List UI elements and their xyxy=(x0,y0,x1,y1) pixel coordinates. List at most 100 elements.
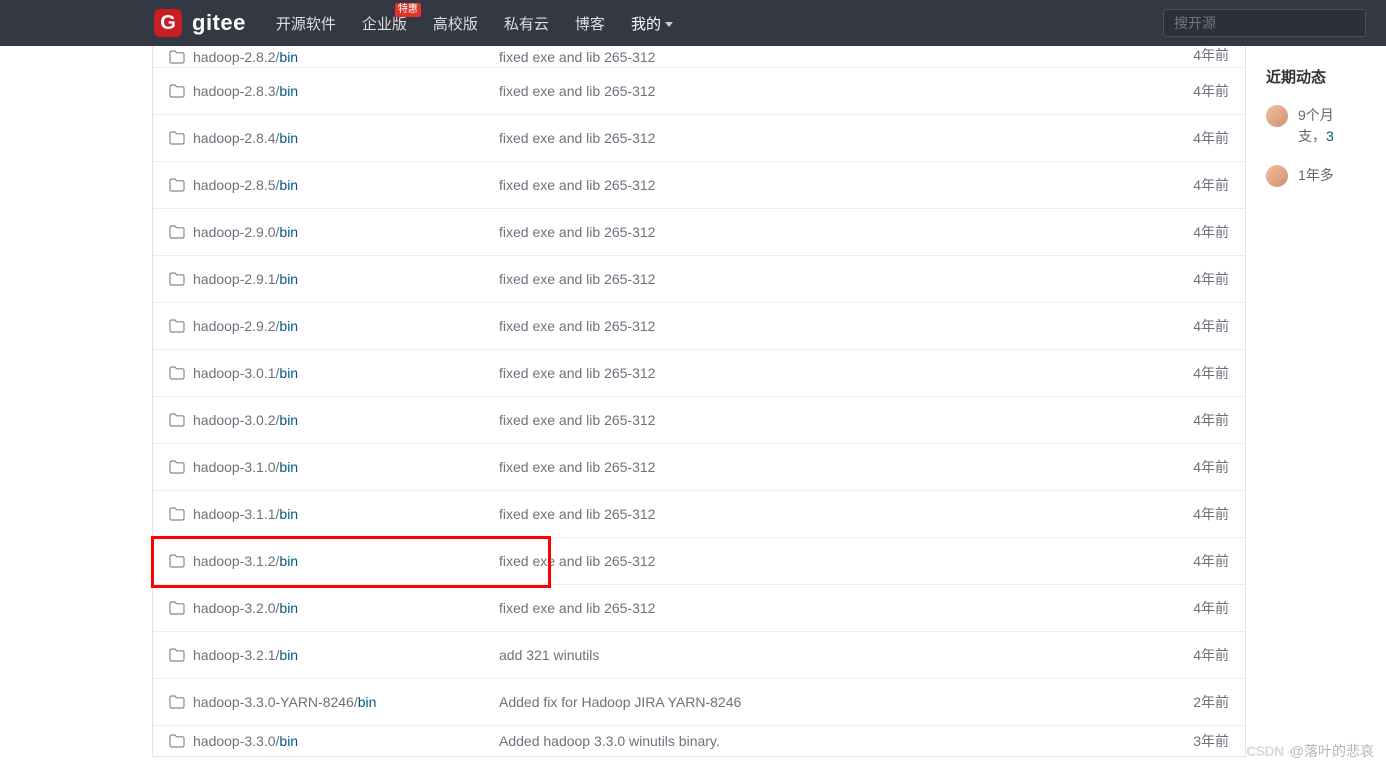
file-name[interactable]: hadoop-2.8.3/bin xyxy=(193,83,298,99)
folder-icon xyxy=(169,131,185,145)
commit-time: 3年前 xyxy=(1169,731,1229,751)
nav-item[interactable]: 高校版 xyxy=(433,13,478,34)
folder-icon xyxy=(169,178,185,192)
nav-item[interactable]: 我的 xyxy=(631,13,673,34)
file-name-cell[interactable]: hadoop-2.9.0/bin xyxy=(169,224,499,240)
commit-message[interactable]: fixed exe and lib 265-312 xyxy=(499,271,1169,287)
file-name-cell[interactable]: hadoop-3.1.2/bin xyxy=(169,553,499,569)
folder-icon xyxy=(169,366,185,380)
commit-message[interactable]: fixed exe and lib 265-312 xyxy=(499,224,1169,240)
file-name[interactable]: hadoop-3.0.2/bin xyxy=(193,412,298,428)
search-input[interactable] xyxy=(1163,9,1366,37)
gitee-logo-text: gitee xyxy=(192,10,246,36)
activity-sidebar: 近期动态 9个月支，31年多 xyxy=(1266,46,1386,757)
file-name-cell[interactable]: hadoop-3.3.0-YARN-8246/bin xyxy=(169,694,499,710)
folder-icon xyxy=(169,734,185,748)
commit-message[interactable]: Added hadoop 3.3.0 winutils binary. xyxy=(499,733,1169,749)
nav-item[interactable]: 博客 xyxy=(575,13,605,34)
commit-message[interactable]: fixed exe and lib 265-312 xyxy=(499,49,1169,65)
file-name[interactable]: hadoop-3.1.1/bin xyxy=(193,506,298,522)
file-name[interactable]: hadoop-3.3.0/bin xyxy=(193,733,298,749)
folder-icon xyxy=(169,695,185,709)
file-name[interactable]: hadoop-2.9.2/bin xyxy=(193,318,298,334)
table-row: hadoop-2.8.3/bin fixed exe and lib 265-31… xyxy=(153,68,1245,115)
activity-text: 1年多 xyxy=(1298,165,1334,186)
file-name[interactable]: hadoop-3.3.0-YARN-8246/bin xyxy=(193,694,376,710)
file-list: hadoop-2.8.2/bin fixed exe and lib 265-31… xyxy=(152,46,1246,757)
main-nav: 开源软件 企业版特惠 高校版 私有云 博客 我的 xyxy=(276,13,673,34)
nav-item[interactable]: 企业版特惠 xyxy=(362,13,407,34)
file-name-cell[interactable]: hadoop-3.2.1/bin xyxy=(169,647,499,663)
folder-icon xyxy=(169,319,185,333)
folder-icon xyxy=(169,272,185,286)
table-row: hadoop-3.2.0/bin fixed exe and lib 265-31… xyxy=(153,585,1245,632)
chevron-down-icon xyxy=(665,22,673,27)
folder-icon xyxy=(169,413,185,427)
file-name-cell[interactable]: hadoop-3.0.2/bin xyxy=(169,412,499,428)
table-row: hadoop-3.3.0/bin Added hadoop 3.3.0 winut… xyxy=(153,726,1245,756)
file-name[interactable]: hadoop-3.2.1/bin xyxy=(193,647,298,663)
commit-time: 4年前 xyxy=(1169,598,1229,618)
nav-item[interactable]: 私有云 xyxy=(504,13,549,34)
file-name[interactable]: hadoop-3.2.0/bin xyxy=(193,600,298,616)
table-row: hadoop-2.9.2/bin fixed exe and lib 265-31… xyxy=(153,303,1245,350)
file-name-cell[interactable]: hadoop-2.8.5/bin xyxy=(169,177,499,193)
file-name-cell[interactable]: hadoop-2.9.1/bin xyxy=(169,271,499,287)
file-name[interactable]: hadoop-3.1.0/bin xyxy=(193,459,298,475)
header-bar: G gitee 开源软件 企业版特惠 高校版 私有云 博客 我的 xyxy=(0,0,1386,46)
commit-message[interactable]: fixed exe and lib 265-312 xyxy=(499,130,1169,146)
folder-icon xyxy=(169,554,185,568)
table-row: hadoop-2.8.5/bin fixed exe and lib 265-31… xyxy=(153,162,1245,209)
commit-time: 4年前 xyxy=(1169,504,1229,524)
file-name[interactable]: hadoop-2.9.1/bin xyxy=(193,271,298,287)
file-name-cell[interactable]: hadoop-2.8.2/bin xyxy=(169,49,499,65)
file-name-cell[interactable]: hadoop-3.0.1/bin xyxy=(169,365,499,381)
commit-message[interactable]: add 321 winutils xyxy=(499,647,1169,663)
gitee-logo-icon: G xyxy=(154,9,182,37)
table-row: hadoop-3.1.0/bin fixed exe and lib 265-31… xyxy=(153,444,1245,491)
file-name-cell[interactable]: hadoop-3.1.1/bin xyxy=(169,506,499,522)
commit-time: 4年前 xyxy=(1169,363,1229,383)
nav-item[interactable]: 开源软件 xyxy=(276,13,336,34)
commit-time: 4年前 xyxy=(1169,551,1229,571)
table-row: hadoop-3.0.2/bin fixed exe and lib 265-31… xyxy=(153,397,1245,444)
folder-icon xyxy=(169,507,185,521)
folder-icon xyxy=(169,601,185,615)
folder-icon xyxy=(169,460,185,474)
commit-time: 4年前 xyxy=(1169,222,1229,242)
commit-time: 4年前 xyxy=(1169,128,1229,148)
file-name[interactable]: hadoop-2.8.4/bin xyxy=(193,130,298,146)
file-name[interactable]: hadoop-3.0.1/bin xyxy=(193,365,298,381)
promo-badge: 特惠 xyxy=(395,3,421,17)
file-name-cell[interactable]: hadoop-3.3.0/bin xyxy=(169,733,499,749)
commit-time: 4年前 xyxy=(1169,457,1229,477)
file-name-cell[interactable]: hadoop-2.9.2/bin xyxy=(169,318,499,334)
file-name-cell[interactable]: hadoop-3.2.0/bin xyxy=(169,600,499,616)
commit-message[interactable]: Added fix for Hadoop JIRA YARN-8246 xyxy=(499,694,1169,710)
avatar[interactable] xyxy=(1266,165,1288,187)
commit-message[interactable]: fixed exe and lib 265-312 xyxy=(499,177,1169,193)
commit-message[interactable]: fixed exe and lib 265-312 xyxy=(499,365,1169,381)
commit-message[interactable]: fixed exe and lib 265-312 xyxy=(499,83,1169,99)
file-name[interactable]: hadoop-2.9.0/bin xyxy=(193,224,298,240)
table-row: hadoop-2.8.4/bin fixed exe and lib 265-31… xyxy=(153,115,1245,162)
file-name[interactable]: hadoop-3.1.2/bin xyxy=(193,553,298,569)
file-name[interactable]: hadoop-2.8.2/bin xyxy=(193,49,298,65)
commit-message[interactable]: fixed exe and lib 265-312 xyxy=(499,600,1169,616)
file-name-cell[interactable]: hadoop-3.1.0/bin xyxy=(169,459,499,475)
site-logo[interactable]: G gitee xyxy=(154,9,246,37)
table-row: hadoop-3.1.1/bin fixed exe and lib 265-31… xyxy=(153,491,1245,538)
table-row: hadoop-2.9.1/bin fixed exe and lib 265-31… xyxy=(153,256,1245,303)
table-row: hadoop-2.8.2/bin fixed exe and lib 265-31… xyxy=(153,46,1245,68)
commit-message[interactable]: fixed exe and lib 265-312 xyxy=(499,459,1169,475)
activity-text: 9个月支，3 xyxy=(1298,105,1334,147)
commit-message[interactable]: fixed exe and lib 265-312 xyxy=(499,506,1169,522)
file-name[interactable]: hadoop-2.8.5/bin xyxy=(193,177,298,193)
commit-message[interactable]: fixed exe and lib 265-312 xyxy=(499,553,1169,569)
commit-message[interactable]: fixed exe and lib 265-312 xyxy=(499,412,1169,428)
table-row: hadoop-3.1.2/bin fixed exe and lib 265-31… xyxy=(153,538,1245,585)
commit-message[interactable]: fixed exe and lib 265-312 xyxy=(499,318,1169,334)
avatar[interactable] xyxy=(1266,105,1288,127)
file-name-cell[interactable]: hadoop-2.8.3/bin xyxy=(169,83,499,99)
file-name-cell[interactable]: hadoop-2.8.4/bin xyxy=(169,130,499,146)
